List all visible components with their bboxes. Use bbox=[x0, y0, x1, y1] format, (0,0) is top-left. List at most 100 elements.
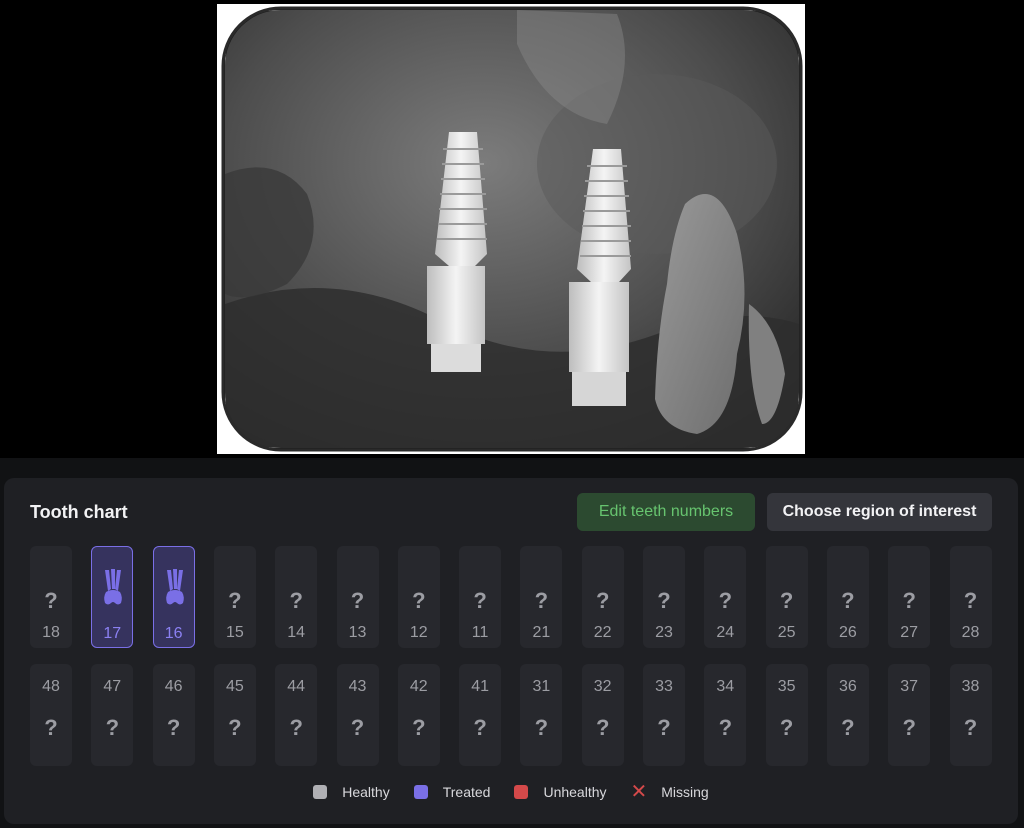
tooth-number: 15 bbox=[214, 624, 256, 642]
unknown-status-icon: ? bbox=[275, 588, 317, 614]
tooth-25[interactable]: ? 25 bbox=[766, 546, 808, 648]
unknown-status-icon: ? bbox=[91, 715, 133, 741]
tooth-36[interactable]: ? 36 bbox=[827, 664, 869, 766]
tooth-number: 44 bbox=[275, 678, 317, 696]
unknown-status-icon: ? bbox=[643, 588, 685, 614]
legend-missing-label: Missing bbox=[661, 784, 708, 800]
tooth-number: 26 bbox=[827, 624, 869, 642]
tooth-number: 48 bbox=[30, 678, 72, 696]
tooth-12[interactable]: ? 12 bbox=[398, 546, 440, 648]
tooth-number: 36 bbox=[827, 678, 869, 696]
tooth-48[interactable]: ?48 bbox=[30, 664, 72, 766]
tooth-22[interactable]: ? 22 bbox=[582, 546, 624, 648]
tooth-14[interactable]: ? 14 bbox=[275, 546, 317, 648]
tooth-28[interactable]: ? 28 bbox=[950, 546, 992, 648]
tooth-45[interactable]: ?45 bbox=[214, 664, 256, 766]
tooth-number: 23 bbox=[643, 624, 685, 642]
tooth-23[interactable]: ? 23 bbox=[643, 546, 685, 648]
unknown-status-icon: ? bbox=[214, 588, 256, 614]
tooth-number: 14 bbox=[275, 624, 317, 642]
unknown-status-icon: ? bbox=[337, 715, 379, 741]
tooth-number: 28 bbox=[950, 624, 992, 642]
xray-image bbox=[217, 4, 805, 454]
tooth-41[interactable]: ? 41 bbox=[459, 664, 501, 766]
tooth-16[interactable]: 16 bbox=[153, 546, 195, 648]
tooth-11[interactable]: ? 11 bbox=[459, 546, 501, 648]
choose-region-of-interest-button[interactable]: Choose region of interest bbox=[767, 493, 992, 531]
tooth-number: 12 bbox=[398, 624, 440, 642]
unknown-status-icon: ? bbox=[950, 588, 992, 614]
unknown-status-icon: ? bbox=[827, 588, 869, 614]
tooth-number: 32 bbox=[582, 678, 624, 696]
tooth-13[interactable]: ? 13 bbox=[337, 546, 379, 648]
unknown-status-icon: ? bbox=[766, 588, 808, 614]
unknown-status-icon: ? bbox=[888, 588, 930, 614]
tooth-number: 35 bbox=[766, 678, 808, 696]
treated-swatch bbox=[414, 785, 428, 799]
tooth-number: 16 bbox=[154, 625, 194, 643]
unknown-status-icon: ? bbox=[582, 588, 624, 614]
tooth-chart-panel: Tooth chart Edit teeth numbers Choose re… bbox=[4, 478, 1018, 824]
tooth-icon bbox=[164, 567, 186, 607]
legend-unhealthy-label: Unhealthy bbox=[543, 784, 606, 800]
tooth-47[interactable]: ? 47 bbox=[91, 664, 133, 766]
tooth-number: 42 bbox=[398, 678, 440, 696]
tooth-17[interactable]: 17 bbox=[91, 546, 133, 648]
tooth-number: 18 bbox=[30, 624, 72, 642]
unknown-status-icon: ? bbox=[643, 715, 685, 741]
tooth-icon bbox=[102, 567, 124, 607]
unknown-status-icon: ? bbox=[398, 588, 440, 614]
tooth-43[interactable]: ? 43 bbox=[337, 664, 379, 766]
tooth-number: 43 bbox=[337, 678, 379, 696]
unknown-status-icon: ? bbox=[520, 588, 562, 614]
unknown-status-icon: ? bbox=[766, 715, 808, 741]
missing-x-icon: ✕ bbox=[631, 785, 648, 799]
tooth-44[interactable]: ? 44 bbox=[275, 664, 317, 766]
tooth-number: 17 bbox=[92, 625, 132, 643]
tooth-18[interactable]: ? 18 bbox=[30, 546, 72, 648]
tooth-number: 27 bbox=[888, 624, 930, 642]
tooth-38[interactable]: ?38 bbox=[950, 664, 992, 766]
unknown-status-icon: ? bbox=[337, 588, 379, 614]
tooth-number: 33 bbox=[643, 678, 685, 696]
unknown-status-icon: ? bbox=[704, 588, 746, 614]
unhealthy-swatch bbox=[514, 785, 528, 799]
tooth-number: 11 bbox=[459, 624, 501, 642]
tooth-number: 41 bbox=[459, 678, 501, 696]
unknown-status-icon: ? bbox=[582, 715, 624, 741]
tooth-31[interactable]: ?31 bbox=[520, 664, 562, 766]
unknown-status-icon: ? bbox=[30, 588, 72, 614]
tooth-37[interactable]: ?37 bbox=[888, 664, 930, 766]
tooth-24[interactable]: ?24 bbox=[704, 546, 746, 648]
tooth-32[interactable]: ? 32 bbox=[582, 664, 624, 766]
legend-missing: ✕ Missing bbox=[631, 784, 709, 800]
unknown-status-icon: ? bbox=[275, 715, 317, 741]
tooth-27[interactable]: ? 27 bbox=[888, 546, 930, 648]
unknown-status-icon: ? bbox=[827, 715, 869, 741]
unknown-status-icon: ? bbox=[704, 715, 746, 741]
unknown-status-icon: ? bbox=[459, 588, 501, 614]
tooth-number: 13 bbox=[337, 624, 379, 642]
tooth-number: 34 bbox=[704, 678, 746, 696]
image-viewer[interactable] bbox=[0, 0, 1024, 458]
unknown-status-icon: ? bbox=[888, 715, 930, 741]
tooth-26[interactable]: ? 26 bbox=[827, 546, 869, 648]
tooth-21[interactable]: ?21 bbox=[520, 546, 562, 648]
tooth-number: 25 bbox=[766, 624, 808, 642]
unknown-status-icon: ? bbox=[459, 715, 501, 741]
tooth-35[interactable]: ? 35 bbox=[766, 664, 808, 766]
tooth-number: 45 bbox=[214, 678, 256, 696]
healthy-swatch bbox=[313, 785, 327, 799]
tooth-33[interactable]: ? 33 bbox=[643, 664, 685, 766]
tooth-15[interactable]: ? 15 bbox=[214, 546, 256, 648]
tooth-46[interactable]: ?46 bbox=[153, 664, 195, 766]
legend: Healthy Treated Unhealthy ✕ Missing bbox=[4, 784, 1018, 800]
unknown-status-icon: ? bbox=[153, 715, 195, 741]
legend-healthy-label: Healthy bbox=[342, 784, 389, 800]
edit-teeth-numbers-button[interactable]: Edit teeth numbers bbox=[577, 493, 755, 531]
tooth-number: 47 bbox=[91, 678, 133, 696]
tooth-42[interactable]: ?42 bbox=[398, 664, 440, 766]
tooth-34[interactable]: ? 34 bbox=[704, 664, 746, 766]
tooth-number: 38 bbox=[950, 678, 992, 696]
tooth-number: 22 bbox=[582, 624, 624, 642]
